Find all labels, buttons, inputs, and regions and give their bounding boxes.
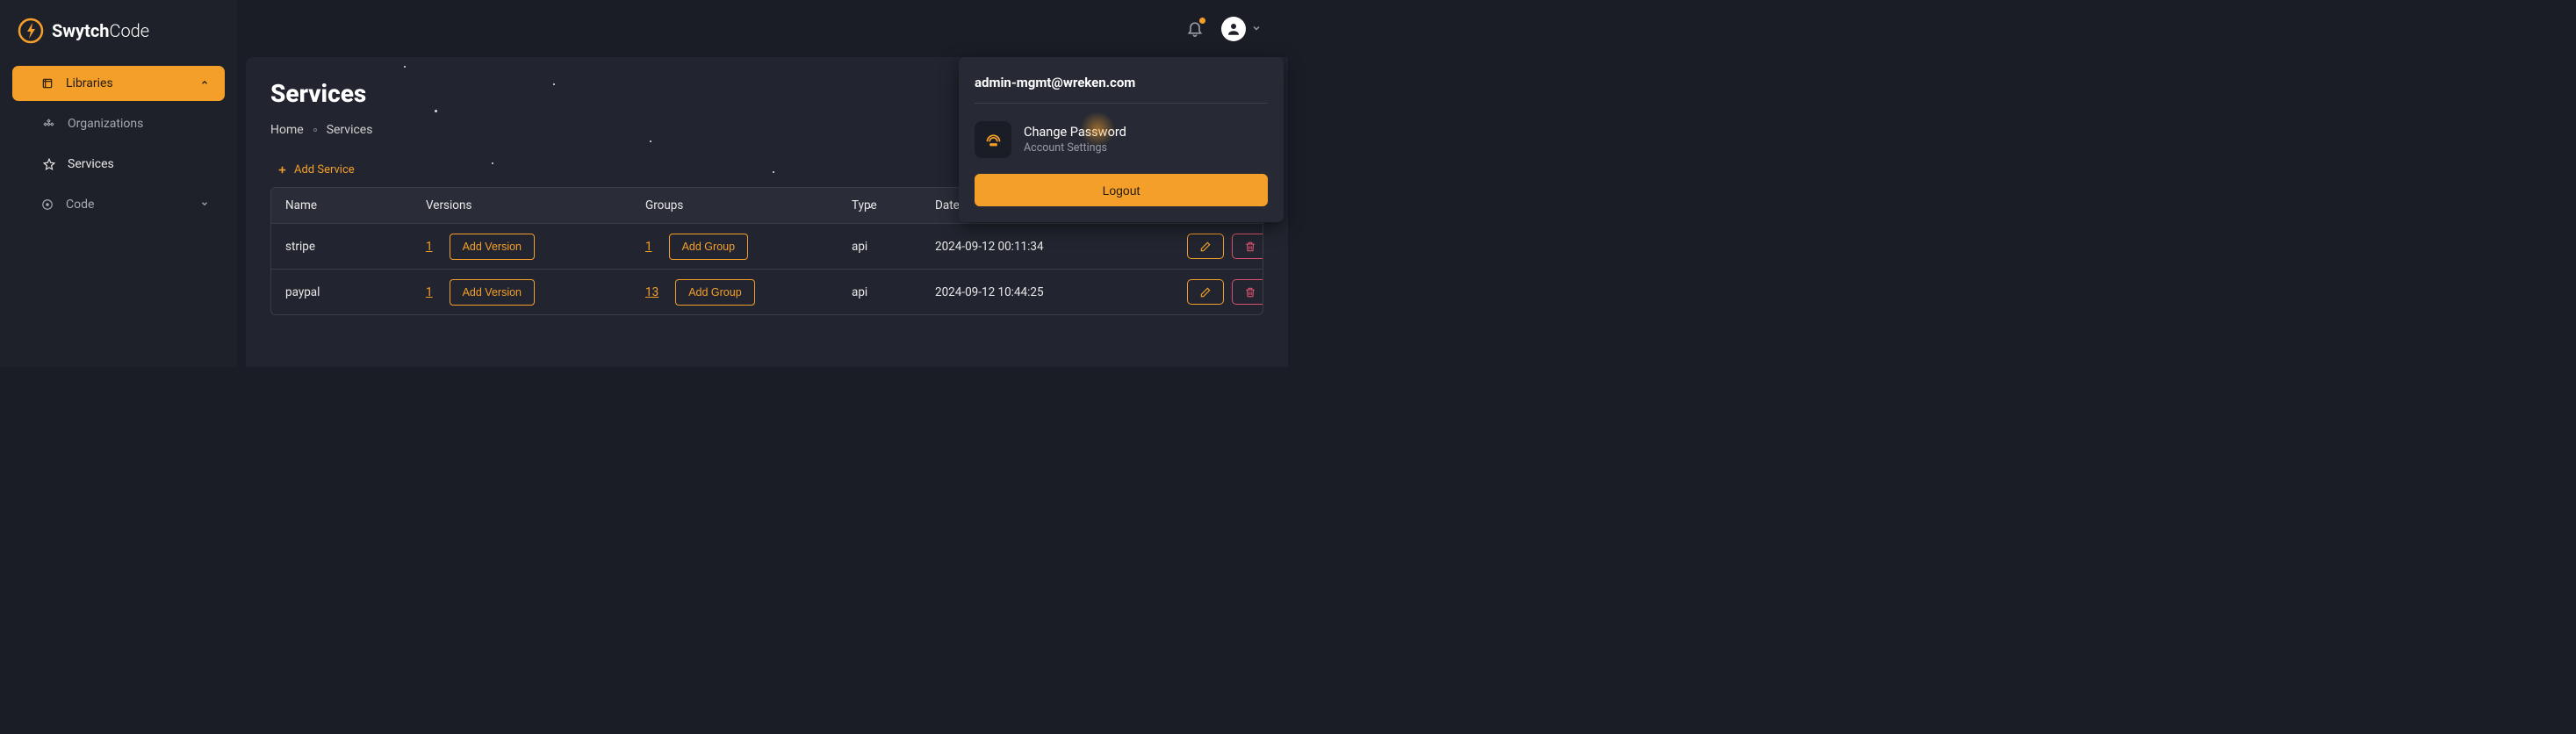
user-email: admin-mgmt@wreken.com xyxy=(975,75,1268,104)
table-row: stripe 1 Add Version 1 Add Group api 202… xyxy=(271,223,1263,269)
star-decoration xyxy=(435,110,437,112)
chevron-up-icon xyxy=(200,78,209,90)
logout-button[interactable]: Logout xyxy=(975,174,1268,206)
sidebar-item-label: Code xyxy=(66,198,188,212)
sidebar-item-label: Organizations xyxy=(68,117,209,131)
menu-item-subtitle: Account Settings xyxy=(1024,141,1126,155)
sidebar: SwytchCode Libraries Organizations xyxy=(0,0,237,367)
header-bar xyxy=(237,0,1288,57)
breadcrumb-current: Services xyxy=(327,123,373,137)
add-group-button[interactable]: Add Group xyxy=(675,279,754,306)
scan-icon xyxy=(40,198,54,212)
fingerprint-icon xyxy=(975,121,1011,158)
sidebar-item-code[interactable]: Code xyxy=(12,187,225,222)
versions-link[interactable]: 1 xyxy=(426,240,433,254)
nodes-icon xyxy=(42,118,55,131)
star-decoration xyxy=(492,162,493,164)
sidebar-item-label: Services xyxy=(68,157,209,171)
col-name: Name xyxy=(285,198,426,212)
star-decoration xyxy=(773,171,774,173)
cell-type: api xyxy=(852,240,935,254)
edit-button[interactable] xyxy=(1187,279,1224,305)
pencil-icon xyxy=(1199,286,1212,299)
delete-button[interactable] xyxy=(1232,234,1263,259)
change-password-item[interactable]: Change Password Account Settings xyxy=(975,116,1268,174)
notifications-button[interactable] xyxy=(1186,19,1204,39)
col-type: Type xyxy=(852,198,935,212)
add-service-button[interactable]: Add Service xyxy=(277,163,355,176)
chevron-down-icon xyxy=(200,199,209,211)
brand-logo[interactable]: SwytchCode xyxy=(0,18,237,44)
menu-item-title: Change Password xyxy=(1024,125,1126,140)
star-decoration xyxy=(553,83,555,85)
col-versions: Versions xyxy=(426,198,645,212)
sidebar-item-organizations[interactable]: Organizations xyxy=(14,106,225,141)
chevron-down-icon xyxy=(1251,23,1262,35)
col-groups: Groups xyxy=(645,198,852,212)
user-menu-toggle[interactable] xyxy=(1221,17,1262,41)
table-row: paypal 1 Add Version 13 Add Group api 20… xyxy=(271,269,1263,314)
groups-link[interactable]: 1 xyxy=(645,240,652,254)
lightning-icon xyxy=(18,18,44,44)
delete-button[interactable] xyxy=(1232,279,1263,305)
cell-type: api xyxy=(852,285,935,299)
add-group-button[interactable]: Add Group xyxy=(669,234,748,260)
breadcrumb-home[interactable]: Home xyxy=(270,123,304,137)
user-dropdown: admin-mgmt@wreken.com Change Password Ac… xyxy=(959,57,1284,222)
star-decoration xyxy=(404,66,406,68)
cell-name: stripe xyxy=(285,240,426,254)
brand-name: SwytchCode xyxy=(52,20,149,41)
avatar xyxy=(1221,17,1246,41)
versions-link[interactable]: 1 xyxy=(426,285,433,299)
sidebar-item-libraries[interactable]: Libraries xyxy=(12,66,225,101)
notification-dot-icon xyxy=(1199,18,1205,24)
trash-icon xyxy=(1244,241,1256,253)
layers-icon xyxy=(40,77,54,90)
star-decoration xyxy=(650,140,651,142)
star-icon xyxy=(42,158,55,171)
sidebar-item-services[interactable]: Services xyxy=(14,147,225,182)
cell-created: 2024-09-12 10:44:25 xyxy=(935,285,1137,299)
sidebar-item-label: Libraries xyxy=(66,76,188,90)
add-version-button[interactable]: Add Version xyxy=(450,279,535,306)
star-decoration xyxy=(869,206,871,208)
breadcrumb-separator-icon xyxy=(313,128,317,132)
add-version-button[interactable]: Add Version xyxy=(450,234,535,260)
groups-link[interactable]: 13 xyxy=(645,285,658,299)
cell-name: paypal xyxy=(285,285,426,299)
cell-created: 2024-09-12 00:11:34 xyxy=(935,240,1137,254)
trash-icon xyxy=(1244,286,1256,299)
add-service-label: Add Service xyxy=(294,163,355,176)
plus-icon xyxy=(277,164,288,176)
edit-button[interactable] xyxy=(1187,234,1224,259)
pencil-icon xyxy=(1199,241,1212,253)
